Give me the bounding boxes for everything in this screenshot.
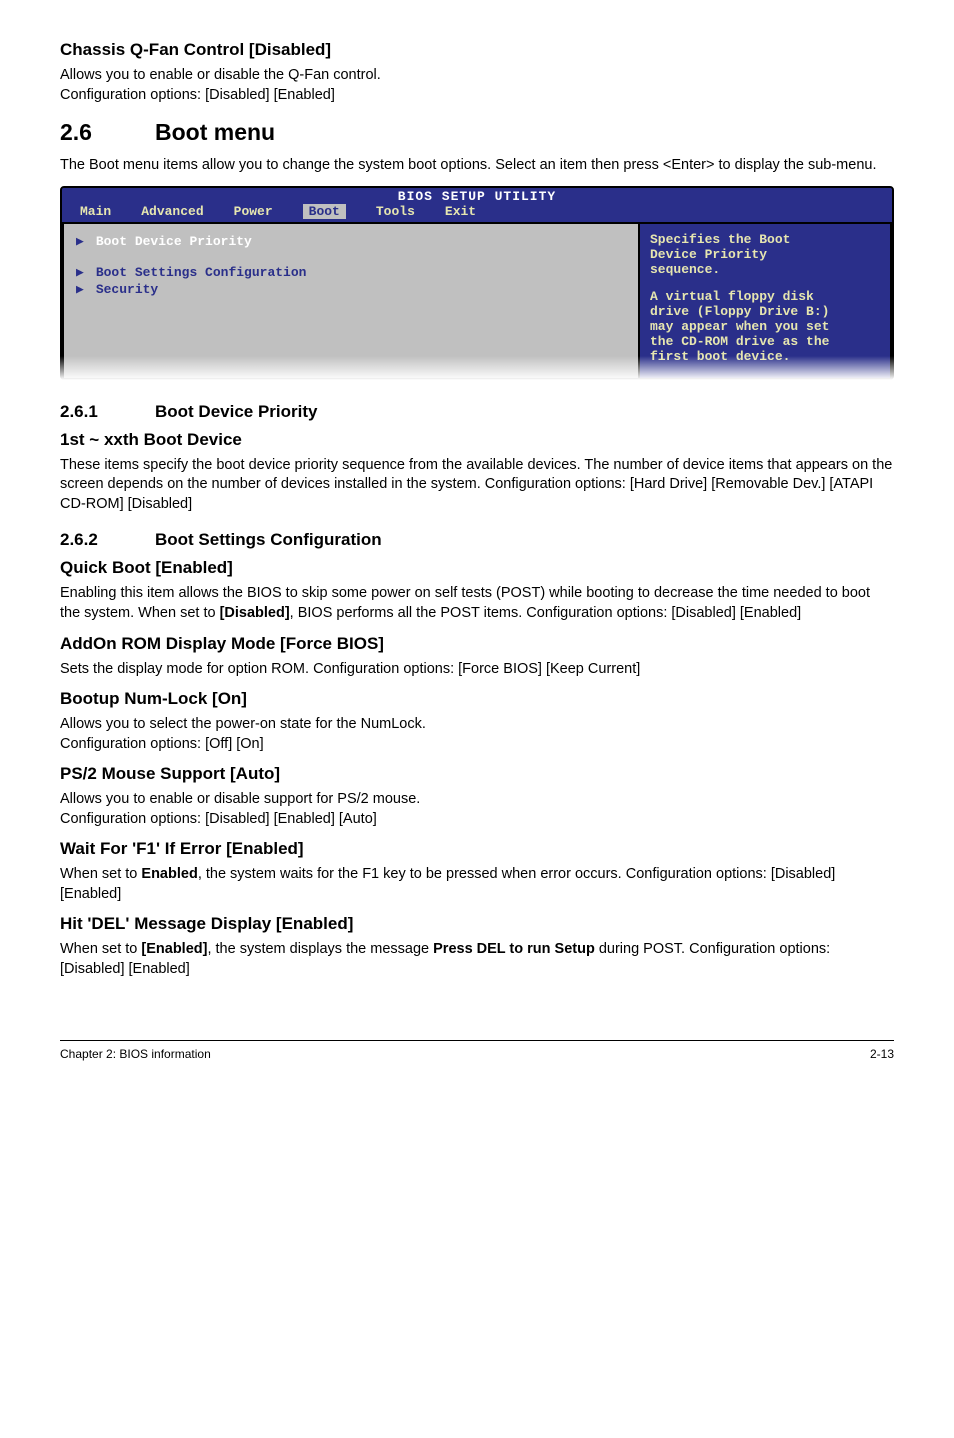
- heading-1st-xxth: 1st ~ xxth Boot Device: [60, 430, 894, 450]
- help-line: drive (Floppy Drive B:): [650, 304, 880, 319]
- help-line: Specifies the Boot: [650, 232, 880, 247]
- bios-help-pane: Specifies the Boot Device Priority seque…: [639, 222, 892, 378]
- heading-2-6-1: 2.6.1Boot Device Priority: [60, 402, 894, 422]
- heading-wait-f1: Wait For 'F1' If Error [Enabled]: [60, 839, 894, 859]
- paragraph: When set to Enabled, the system waits fo…: [60, 865, 894, 904]
- text: , the system displays the message: [207, 941, 433, 957]
- bold-text: [Enabled]: [141, 941, 207, 957]
- bold-text: Enabled: [141, 866, 197, 882]
- section-number: 2.6: [60, 119, 155, 146]
- help-line: Device Priority: [650, 247, 880, 262]
- bios-tab-bar: Main Advanced Power Boot Tools Exit: [62, 204, 892, 222]
- heading-2-6-2: 2.6.2Boot Settings Configuration: [60, 530, 894, 550]
- bold-text: Press DEL to run Setup: [433, 941, 595, 957]
- text: Configuration options: [Disabled] [Enabl…: [60, 87, 335, 103]
- paragraph: The Boot menu items allow you to change …: [60, 156, 894, 176]
- text: When set to: [60, 941, 141, 957]
- subsection-number: 2.6.2: [60, 530, 155, 550]
- paragraph: Enabling this item allows the BIOS to sk…: [60, 584, 894, 623]
- page-footer: Chapter 2: BIOS information 2-13: [60, 1040, 894, 1061]
- bios-title: BIOS SETUP UTILITY: [62, 188, 892, 204]
- tab-advanced[interactable]: Advanced: [141, 204, 203, 219]
- text: When set to: [60, 866, 141, 882]
- bios-menu-pane: ▶ Boot Device Priority ▶ Boot Settings C…: [62, 222, 639, 378]
- heading-quick-boot: Quick Boot [Enabled]: [60, 558, 894, 578]
- footer-page-number: 2-13: [870, 1047, 894, 1061]
- section-title: Boot menu: [155, 119, 275, 145]
- menu-label: Boot Device Priority: [96, 234, 252, 249]
- menu-label: Security: [96, 282, 158, 297]
- help-line: the CD-ROM drive as the: [650, 334, 880, 349]
- paragraph: Sets the display mode for option ROM. Co…: [60, 660, 894, 680]
- text: Configuration options: [Disabled] [Enabl…: [60, 811, 377, 827]
- menu-boot-settings-config[interactable]: ▶ Boot Settings Configuration: [76, 265, 626, 280]
- subsection-title: Boot Settings Configuration: [155, 530, 382, 549]
- triangle-icon: ▶: [76, 234, 84, 249]
- menu-security[interactable]: ▶ Security: [76, 282, 626, 297]
- heading-ps2: PS/2 Mouse Support [Auto]: [60, 764, 894, 784]
- paragraph: Allows you to enable or disable the Q-Fa…: [60, 66, 894, 105]
- heading-numlock: Bootup Num-Lock [On]: [60, 689, 894, 709]
- heading-2-6: 2.6Boot menu: [60, 119, 894, 146]
- help-line: first boot device.: [650, 349, 880, 364]
- help-line: A virtual floppy disk: [650, 289, 880, 304]
- paragraph: When set to [Enabled], the system displa…: [60, 940, 894, 979]
- triangle-icon: ▶: [76, 282, 84, 297]
- tab-exit[interactable]: Exit: [445, 204, 476, 219]
- heading-chassis-qfan: Chassis Q-Fan Control [Disabled]: [60, 40, 894, 60]
- text: Allows you to enable or disable support …: [60, 791, 420, 807]
- text: , BIOS performs all the POST items. Conf…: [290, 605, 802, 621]
- tab-tools[interactable]: Tools: [376, 204, 415, 219]
- paragraph: Allows you to enable or disable support …: [60, 790, 894, 829]
- subsection-title: Boot Device Priority: [155, 402, 318, 421]
- triangle-icon: ▶: [76, 265, 84, 280]
- bios-window: BIOS SETUP UTILITY Main Advanced Power B…: [60, 186, 894, 380]
- bold-text: [Disabled]: [220, 605, 290, 621]
- tab-main[interactable]: Main: [80, 204, 111, 219]
- text: Allows you to enable or disable the Q-Fa…: [60, 67, 381, 83]
- bios-screenshot: BIOS SETUP UTILITY Main Advanced Power B…: [60, 186, 894, 380]
- heading-addon-rom: AddOn ROM Display Mode [Force BIOS]: [60, 634, 894, 654]
- menu-boot-device-priority[interactable]: ▶ Boot Device Priority: [76, 234, 626, 249]
- menu-label: Boot Settings Configuration: [96, 265, 307, 280]
- bios-body: ▶ Boot Device Priority ▶ Boot Settings C…: [62, 222, 892, 378]
- subsection-number: 2.6.1: [60, 402, 155, 422]
- tab-boot[interactable]: Boot: [303, 204, 346, 219]
- tab-power[interactable]: Power: [234, 204, 273, 219]
- paragraph: These items specify the boot device prio…: [60, 456, 894, 515]
- footer-chapter: Chapter 2: BIOS information: [60, 1047, 211, 1061]
- heading-hit-del: Hit 'DEL' Message Display [Enabled]: [60, 914, 894, 934]
- help-line: may appear when you set: [650, 319, 880, 334]
- help-line: sequence.: [650, 262, 880, 277]
- text: Allows you to select the power-on state …: [60, 716, 426, 732]
- paragraph: Allows you to select the power-on state …: [60, 715, 894, 754]
- text: Configuration options: [Off] [On]: [60, 736, 264, 752]
